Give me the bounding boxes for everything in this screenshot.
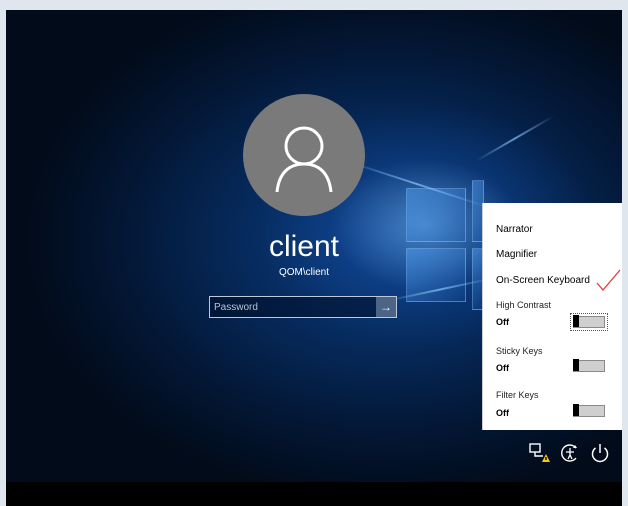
sticky-keys-label: Sticky Keys <box>496 346 543 356</box>
taskbar-strip <box>6 482 622 506</box>
menu-item-narrator[interactable]: Narrator <box>496 224 533 235</box>
high-contrast-state: Off <box>496 317 509 327</box>
high-contrast-label: High Contrast <box>496 300 552 310</box>
account-name: QOM\client <box>278 267 329 278</box>
toggle-knob <box>573 315 579 327</box>
high-contrast-toggle[interactable] <box>570 313 608 331</box>
user-icon <box>275 126 333 193</box>
ease-of-access-menu: Narrator Magnifier On-Screen Keyboard Hi… <box>482 203 622 430</box>
check-mark-annotation <box>596 269 621 292</box>
power-icon[interactable] <box>589 442 611 464</box>
sticky-keys-toggle[interactable] <box>573 359 605 372</box>
user-avatar <box>243 94 365 216</box>
password-input[interactable] <box>210 297 378 317</box>
filter-keys-state: Off <box>496 408 509 418</box>
light-beam <box>475 115 555 162</box>
menu-item-magnifier[interactable]: Magnifier <box>496 249 537 260</box>
filter-keys-label: Filter Keys <box>496 390 539 400</box>
submit-arrow-button[interactable]: → <box>376 297 396 317</box>
filter-keys-toggle[interactable] <box>573 404 605 417</box>
network-icon[interactable] <box>528 442 550 464</box>
toggle-knob <box>573 404 579 416</box>
menu-item-on-screen-keyboard[interactable]: On-Screen Keyboard <box>496 275 590 286</box>
sticky-keys-state: Off <box>496 363 509 373</box>
lock-screen: client QOM\client → Narrator Magnifier O… <box>6 10 622 506</box>
password-box: → <box>209 296 397 318</box>
ease-of-access-icon[interactable] <box>559 442 581 464</box>
toggle-knob <box>573 359 579 371</box>
username: client <box>268 230 340 263</box>
